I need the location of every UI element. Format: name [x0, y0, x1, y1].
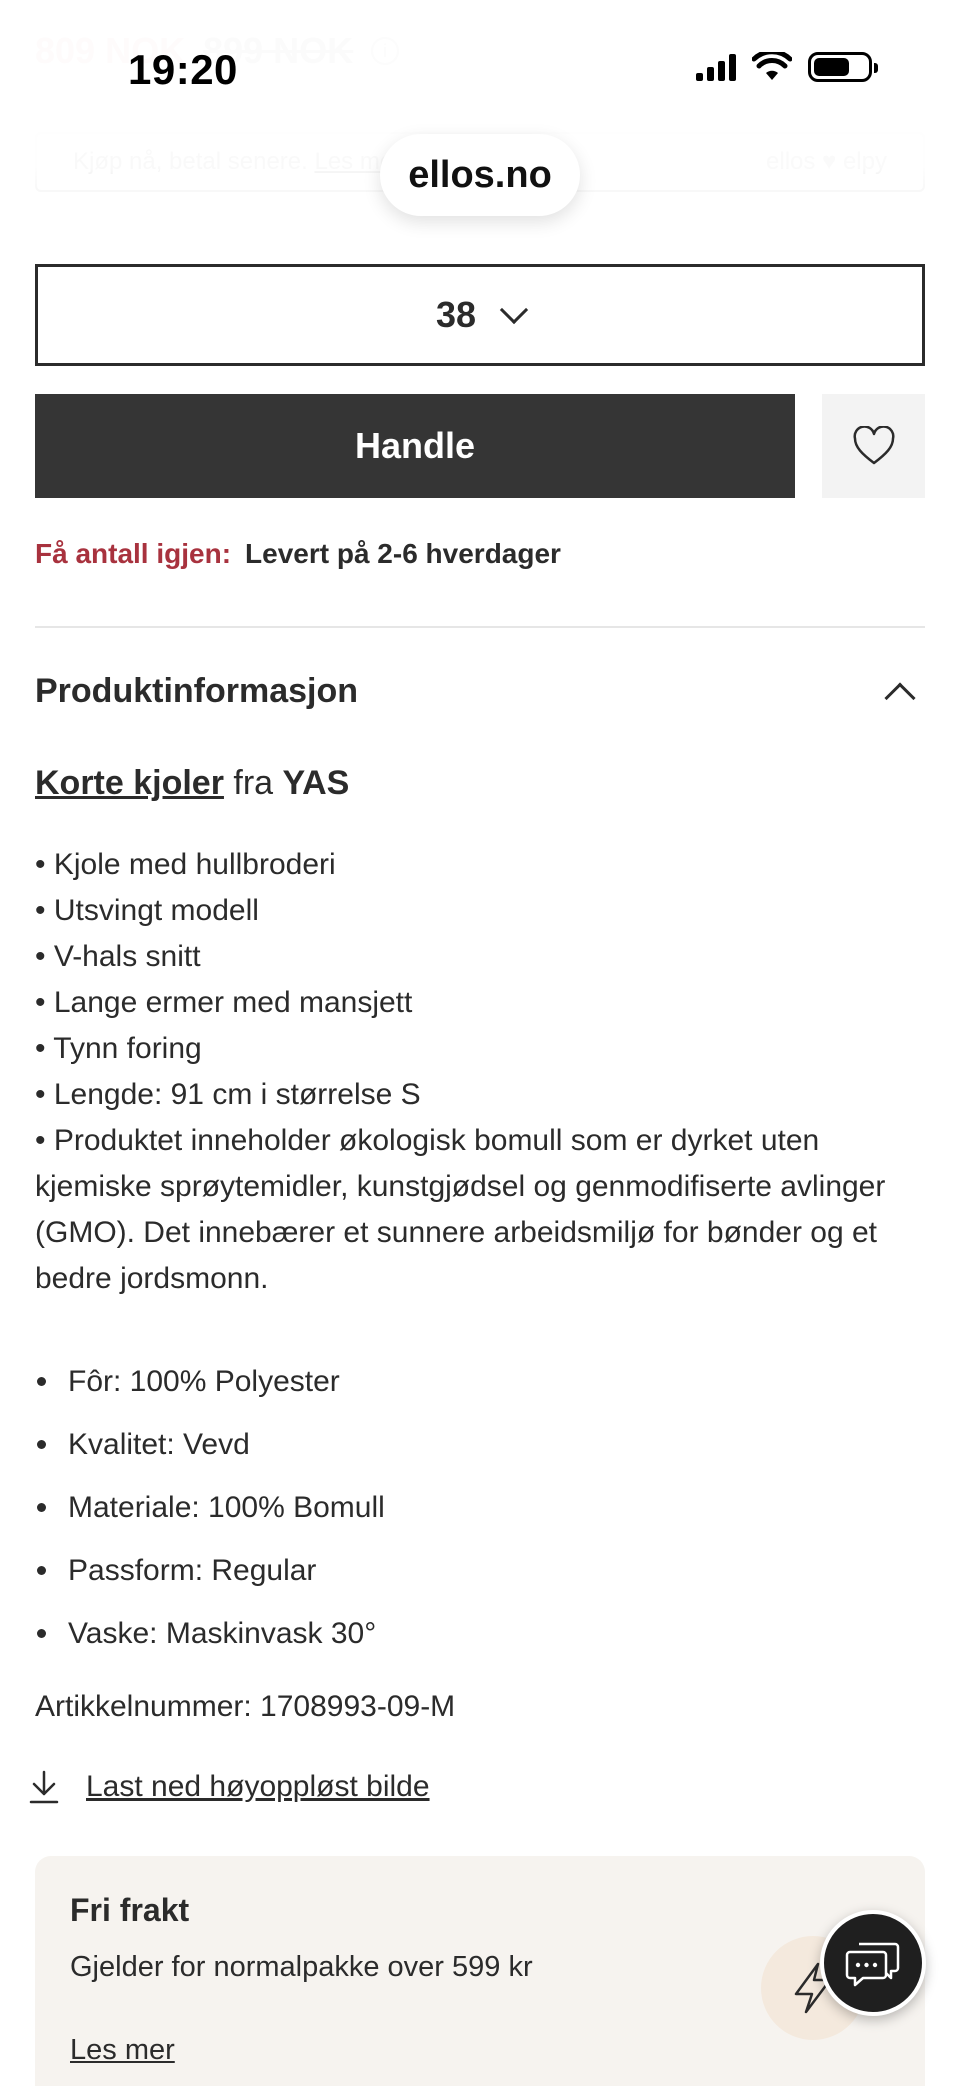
download-icon	[29, 1770, 59, 1804]
bnpl-provider-logo: ellos ♥ elpy	[766, 148, 887, 175]
list-item: Kvalitet: Vevd	[35, 1413, 925, 1476]
low-stock-warning: Få antall igjen:	[35, 538, 232, 569]
brand-name: YAS	[282, 764, 350, 802]
list-item: Fôr: 100% Polyester	[35, 1350, 925, 1413]
category-line: Korte kjoler fra YAS	[35, 764, 349, 803]
bullet-icon	[37, 1629, 46, 1638]
status-icons	[696, 52, 878, 82]
delivery-time: Levert på 2-6 hverdager	[245, 538, 561, 569]
spec-text: Passform: Regular	[68, 1553, 317, 1587]
description-line: • Tynn foring	[35, 1032, 202, 1065]
description-line: • Lengde: 91 cm i størrelse S	[35, 1078, 421, 1111]
divider	[35, 626, 925, 628]
from-text: fra	[233, 764, 274, 802]
free-shipping-card: Fri frakt Gjelder for normalpakke over 5…	[35, 1856, 925, 2086]
description-line: • V-hals snitt	[35, 940, 201, 973]
status-time: 19:20	[128, 46, 238, 93]
bullet-icon	[37, 1503, 46, 1512]
list-item: Vaske: Maskinvask 30°	[35, 1602, 925, 1665]
description-line: • Produktet inneholder økologisk bomull …	[35, 1124, 886, 1295]
product-info-title: Produktinformasjon	[35, 672, 359, 710]
spec-list: Fôr: 100% Polyester Kvalitet: Vevd Mater…	[35, 1350, 925, 1665]
product-description: • Kjole med hullbroderi • Utsvingt model…	[35, 842, 935, 1302]
spec-text: Fôr: 100% Polyester	[68, 1364, 340, 1398]
wishlist-button[interactable]	[822, 394, 925, 498]
size-select[interactable]: 38	[35, 264, 925, 366]
chevron-up-icon[interactable]	[884, 681, 916, 714]
size-selected-value: 38	[435, 294, 477, 335]
download-image-link[interactable]: Last ned høyoppløst bilde	[28, 1770, 430, 1804]
description-line: • Kjole med hullbroderi	[35, 848, 336, 881]
stock-delivery-info: Få antall igjen: Levert på 2-6 hverdager	[35, 538, 561, 570]
list-item: Materiale: 100% Bomull	[35, 1476, 925, 1539]
spec-text: Materiale: 100% Bomull	[68, 1490, 385, 1524]
url-bar[interactable]: ellos.no	[380, 134, 580, 216]
description-line: • Lange ermer med mansjett	[35, 986, 413, 1019]
description-line: • Utsvingt modell	[35, 894, 259, 927]
chevron-down-icon	[499, 295, 529, 325]
add-to-cart-button[interactable]: Handle	[35, 394, 795, 498]
freight-title: Fri frakt	[70, 1892, 190, 1928]
spec-text: Kvalitet: Vevd	[68, 1427, 250, 1461]
battery-icon	[808, 52, 878, 82]
bullet-icon	[37, 1440, 46, 1449]
product-info-header[interactable]: Produktinformasjon	[35, 672, 925, 714]
heart-icon	[852, 426, 895, 465]
bullet-icon	[37, 1377, 46, 1386]
info-icon[interactable]: i	[371, 37, 400, 65]
bnpl-text-wrap: Kjøp nå, betal senere. Les mer	[73, 148, 401, 176]
list-item: Passform: Regular	[35, 1539, 925, 1602]
chat-button[interactable]	[820, 1910, 926, 2016]
bullet-icon	[37, 1566, 46, 1575]
wifi-icon	[752, 52, 792, 80]
spec-text: Vaske: Maskinvask 30°	[68, 1616, 377, 1650]
category-link[interactable]: Korte kjoler	[35, 764, 224, 802]
cellular-signal-icon	[696, 53, 736, 81]
chat-icon	[845, 1942, 900, 1987]
bnpl-text: Kjøp nå, betal senere.	[73, 148, 308, 175]
article-number: Artikkelnummer: 1708993-09-M	[35, 1690, 456, 1723]
freight-read-more-link[interactable]: Les mer	[70, 2034, 175, 2067]
download-label: Last ned høyoppløst bilde	[86, 1770, 430, 1803]
